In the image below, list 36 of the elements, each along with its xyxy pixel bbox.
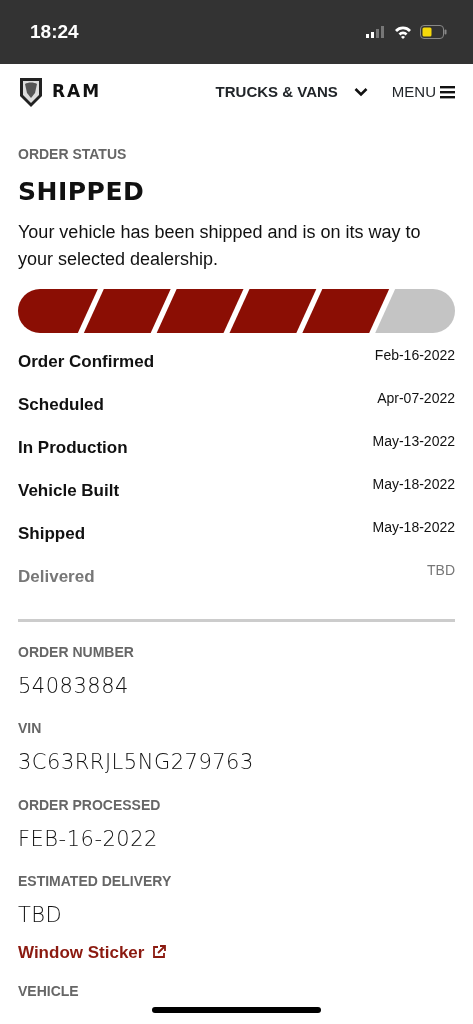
step-date: TBD [427,560,455,580]
battery-icon [420,25,447,39]
detail-label: ORDER PROCESSED [18,795,162,815]
step-date: Feb-16-2022 [374,345,455,365]
step-name: Shipped [18,523,86,546]
wifi-icon [394,25,412,39]
step-name: Scheduled [18,394,104,417]
ram-head-logo-icon [18,76,44,108]
step-date: May-13-2022 [372,431,455,451]
chevron-down-icon [353,87,368,97]
detail-value: TBD [18,902,64,929]
step-name: Delivered [18,566,95,589]
signal-icon [366,26,386,38]
detail-label: ESTIMATED DELIVERY [18,872,173,891]
detail-value: FEB-16-2022 [18,825,159,853]
detail-value: 3C63RRJL5NG279763 [18,749,255,776]
step-date: May-18-2022 [372,474,455,494]
external-link-icon [152,945,167,960]
step-name: Vehicle Built [18,480,120,503]
detail-value: 54083884 [18,672,130,700]
detail-label: VIN [18,719,43,738]
menu-button[interactable]: MENU [391,80,455,104]
step-date: Apr-07-2022 [377,388,455,408]
section-label: ORDER STATUS [18,145,128,164]
status-time: 18:24 [30,19,79,44]
section-label: VEHICLE [18,982,80,1001]
trucks-vans-dropdown[interactable]: TRUCKS & VANS [215,80,368,104]
status-title: SHIPPED [18,176,146,208]
status-description: Your vehicle has been shipped and is on its way to your selected dealership. [18,220,422,271]
menu-icon [440,85,455,99]
step-date: May-18-2022 [372,517,455,537]
brand-wordmark: RAM [52,80,102,104]
step-name: Order Confirmed [18,351,155,374]
step-name: In Production [18,437,128,460]
detail-label: ORDER NUMBER [18,642,135,662]
window-sticker-link[interactable]: Window Sticker [18,939,167,965]
